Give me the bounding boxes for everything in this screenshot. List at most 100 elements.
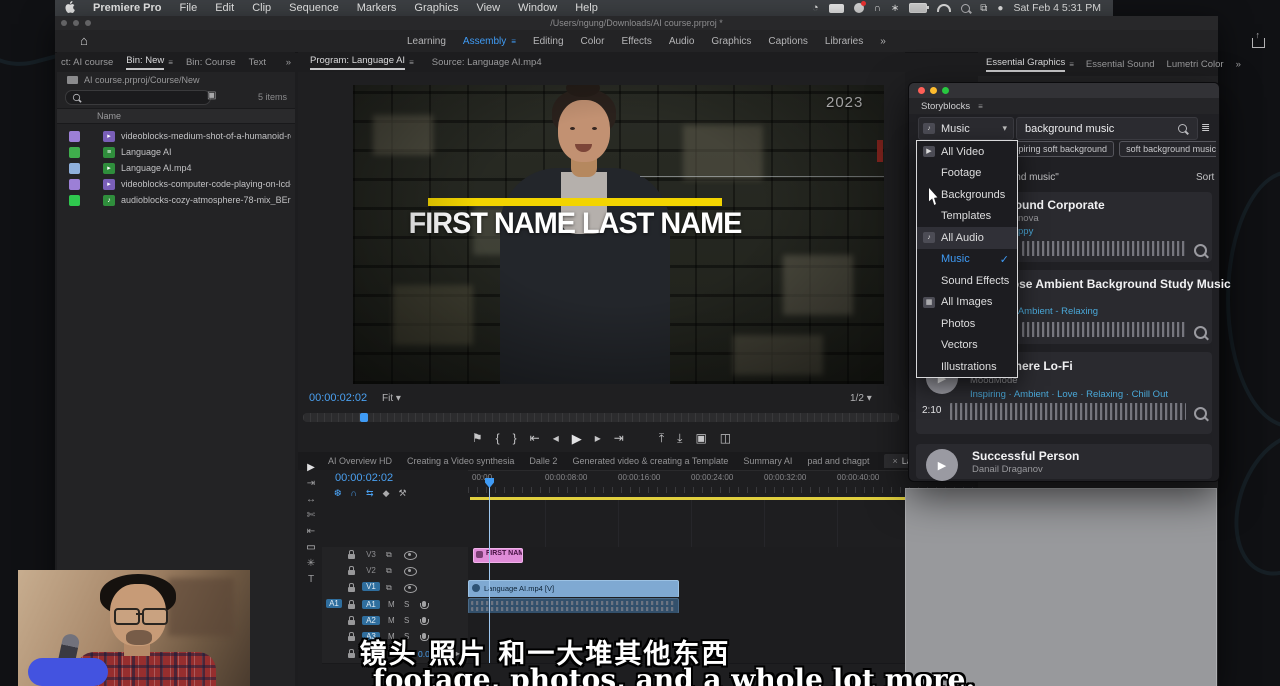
voiceover-mic-icon[interactable] xyxy=(422,617,426,623)
track-lock-icon[interactable] xyxy=(348,570,355,575)
workspace-tab-graphics[interactable]: Graphics xyxy=(711,36,751,47)
video-clip[interactable]: Language AI.mp4 [V] xyxy=(468,580,679,598)
workspace-tab-libraries[interactable]: Libraries xyxy=(825,36,863,47)
menu-window[interactable]: Window xyxy=(518,2,557,14)
program-playhead[interactable] xyxy=(360,413,368,422)
pen-rect-tool-icon[interactable]: ▭ xyxy=(306,542,315,553)
track-name-v3[interactable]: V3 xyxy=(362,550,380,559)
menu-item-all-audio[interactable]: ♪All Audio xyxy=(917,227,1017,249)
tab-sequence-3[interactable]: Generated video & creating a Template xyxy=(572,456,728,466)
workspace-tab-assembly[interactable]: Assembly xyxy=(463,36,506,47)
tab-sequence-2[interactable]: Dalle 2 xyxy=(529,456,557,466)
right-tabs-overflow-icon[interactable]: » xyxy=(1236,59,1241,70)
step-back-icon[interactable]: ◂ xyxy=(553,432,559,444)
wifi-icon[interactable] xyxy=(937,4,951,12)
headphones-icon[interactable]: ∩ xyxy=(874,3,881,14)
workspace-overflow-icon[interactable]: » xyxy=(880,36,886,47)
label-color-swatch[interactable] xyxy=(69,195,80,206)
add-marker-icon[interactable]: ⚑ xyxy=(472,432,483,444)
program-timecode[interactable]: 00:00:02:02 xyxy=(309,392,367,404)
storyblocks-titlebar[interactable] xyxy=(909,83,1219,98)
project-search-input[interactable] xyxy=(65,90,211,105)
timeline-add-marker-icon[interactable]: ◆ xyxy=(383,488,390,499)
type-tool-icon[interactable]: T xyxy=(308,574,314,585)
project-row[interactable]: ▸ Language AI.mp4 xyxy=(57,160,295,176)
label-color-swatch[interactable] xyxy=(69,163,80,174)
display-badge-icon[interactable] xyxy=(829,4,844,13)
tab-source[interactable]: Source: Language AI.mp4 xyxy=(432,57,542,68)
storyblocks-search-input[interactable]: background music xyxy=(1016,117,1198,140)
workspace-tab-color[interactable]: Color xyxy=(581,36,605,47)
sync-lock-icon[interactable]: ⧉ xyxy=(386,583,392,593)
tab-lumetri-color[interactable]: Lumetri Color xyxy=(1167,59,1224,70)
menu-app-name[interactable]: Premiere Pro xyxy=(93,2,161,14)
extract-icon[interactable]: ⤓ xyxy=(677,432,682,444)
workspace-tab-audio[interactable]: Audio xyxy=(669,36,695,47)
resolution-dropdown[interactable]: 1/2 ▾ xyxy=(850,393,872,404)
bin-new-panel-menu-icon[interactable]: ≡ xyxy=(168,58,173,67)
track-name-v1[interactable]: V1 xyxy=(362,582,380,591)
slip-tool-icon[interactable]: ⇤ xyxy=(307,526,315,537)
menu-edit[interactable]: Edit xyxy=(215,2,234,14)
track-name-a2[interactable]: A2 xyxy=(362,616,380,625)
track-a2-content[interactable] xyxy=(468,613,975,630)
menu-item-illustrations[interactable]: Illustrations xyxy=(917,356,1017,378)
export-frame-icon[interactable]: ▣ xyxy=(695,432,706,444)
window-titlebar[interactable]: /Users/ngung/Downloads/AI course.prproj … xyxy=(55,16,1218,30)
bluetooth-icon[interactable]: ∗ xyxy=(891,3,899,14)
track-lock-icon[interactable] xyxy=(348,587,355,592)
sync-lock-icon[interactable]: ⧉ xyxy=(386,566,392,576)
program-panel-menu-icon[interactable]: ≡ xyxy=(409,58,414,67)
media-type-select[interactable]: ♪ Music ▾ xyxy=(918,117,1014,140)
essential-graphics-menu-icon[interactable]: ≡ xyxy=(1069,60,1074,69)
search-icon[interactable] xyxy=(1178,124,1187,133)
control-center-icon[interactable]: ⧉ xyxy=(980,3,987,14)
sync-lock-icon[interactable]: ⧉ xyxy=(386,550,392,560)
menu-item-sound-effects[interactable]: Sound Effects xyxy=(917,270,1017,292)
project-tabs-overflow-icon[interactable]: » xyxy=(286,57,291,68)
tab-sequence-1[interactable]: Creating a Video synthesia xyxy=(407,456,514,466)
track-v3-content[interactable]: FIRST NAME xyxy=(468,547,975,564)
label-color-swatch[interactable] xyxy=(69,179,80,190)
menu-clip[interactable]: Clip xyxy=(252,2,271,14)
workspace-assembly-menu-icon[interactable]: ≡ xyxy=(511,37,516,46)
window-zoom-icon[interactable] xyxy=(942,87,949,94)
razor-tool-icon[interactable]: ✄ xyxy=(307,510,315,521)
project-row[interactable]: ≡ Language AI xyxy=(57,144,295,160)
step-forward-icon[interactable]: ▸ xyxy=(595,432,601,444)
snap-magnet-icon[interactable]: ∩ xyxy=(351,488,358,499)
track-v1-content[interactable]: Language AI.mp4 [V] xyxy=(468,579,975,598)
menu-markers[interactable]: Markers xyxy=(357,2,397,14)
graphic-clip[interactable]: FIRST NAME xyxy=(473,548,523,563)
siri-icon[interactable]: ● xyxy=(997,3,1003,14)
track-lock-icon[interactable] xyxy=(348,554,355,559)
filter-icon[interactable]: ≣ xyxy=(1201,121,1210,134)
track-title[interactable]: Successful Person xyxy=(972,449,1079,463)
menu-item-templates[interactable]: Templates xyxy=(917,206,1017,228)
label-color-swatch[interactable] xyxy=(69,131,80,142)
track-tags[interactable]: ppy xyxy=(1018,226,1033,237)
program-scrubber[interactable] xyxy=(303,413,899,422)
mute-button[interactable]: M xyxy=(388,616,395,625)
tab-program[interactable]: Program: Language AI xyxy=(310,55,405,70)
new-bin-icon[interactable]: ▣ xyxy=(207,90,216,101)
menu-file[interactable]: File xyxy=(179,2,197,14)
comparison-view-icon[interactable]: ◫ xyxy=(720,432,731,444)
menu-item-vectors[interactable]: Vectors xyxy=(917,335,1017,357)
track-name-a1[interactable]: A1 xyxy=(362,600,380,609)
column-header-name[interactable]: Name xyxy=(97,111,121,121)
menu-view[interactable]: View xyxy=(476,2,500,14)
workspace-tab-captions[interactable]: Captions xyxy=(768,36,807,47)
track-lock-icon[interactable] xyxy=(348,604,355,609)
audio-clip[interactable] xyxy=(468,598,679,614)
menu-item-all-video[interactable]: ▶All Video xyxy=(917,141,1017,163)
battery-icon[interactable] xyxy=(909,3,927,13)
close-icon[interactable]: × xyxy=(892,456,897,466)
tab-essential-graphics[interactable]: Essential Graphics xyxy=(986,57,1065,72)
play-icon[interactable]: ▶ xyxy=(572,432,582,445)
menu-help[interactable]: Help xyxy=(575,2,598,14)
voiceover-mic-icon[interactable] xyxy=(422,601,426,607)
timeline-timecode[interactable]: 00:00:02:02 xyxy=(335,472,393,484)
selection-tool-icon[interactable]: ▶ xyxy=(307,462,315,473)
home-icon[interactable]: ⌂ xyxy=(80,34,88,47)
